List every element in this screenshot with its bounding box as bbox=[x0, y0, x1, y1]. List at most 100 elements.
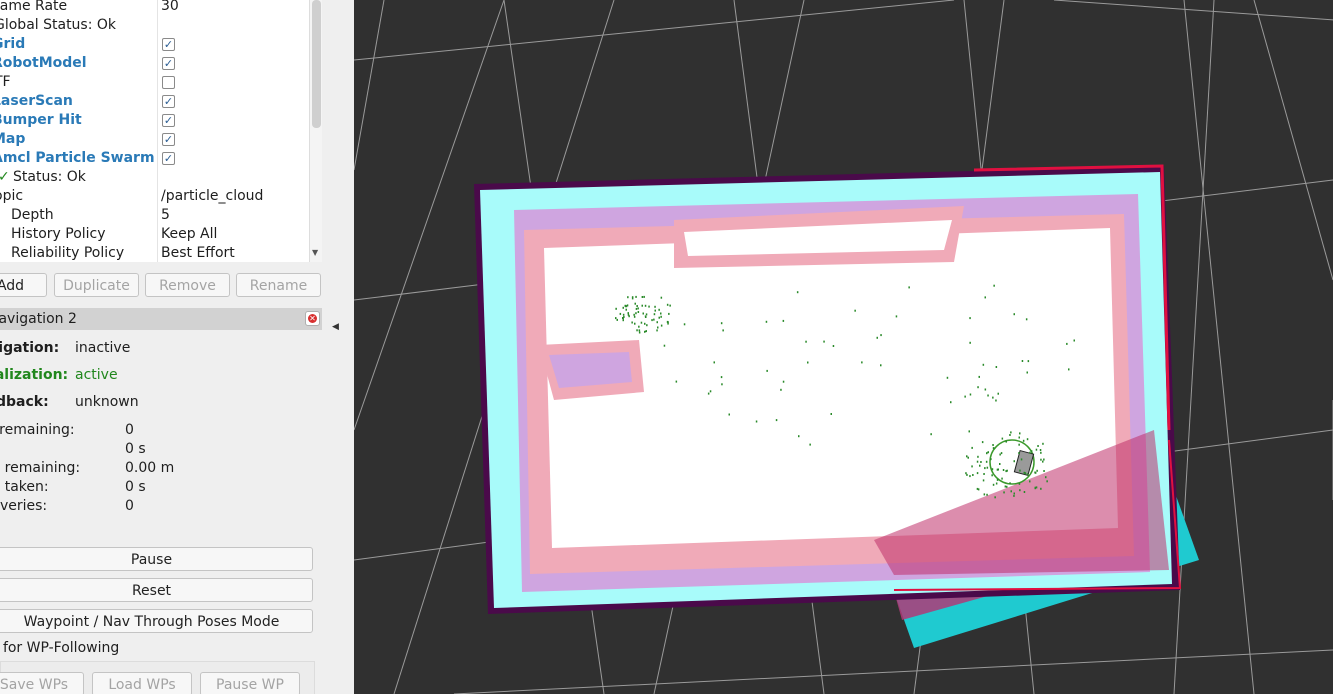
3d-viewport[interactable] bbox=[354, 0, 1333, 694]
display-row[interactable]: opic/particle_cloud bbox=[0, 187, 322, 206]
display-enable-checkbox[interactable]: ✓ bbox=[162, 114, 175, 127]
particle bbox=[638, 325, 640, 328]
display-enable-checkbox[interactable]: ✓ bbox=[162, 152, 175, 165]
scroll-down-arrow-icon[interactable]: ▼ bbox=[312, 248, 318, 257]
particle bbox=[1035, 448, 1038, 451]
particle bbox=[1040, 451, 1042, 454]
display-row[interactable]: Depth 5 bbox=[0, 206, 322, 225]
particle bbox=[646, 324, 648, 327]
display-enable-checkbox[interactable]: ✓ bbox=[162, 133, 175, 146]
close-button[interactable]: ✕ bbox=[305, 311, 320, 326]
particle bbox=[990, 458, 992, 461]
display-property-value[interactable]: /particle_cloud bbox=[161, 187, 263, 206]
display-name: Amcl Particle Swarm bbox=[0, 150, 155, 166]
collapse-arrow-icon[interactable]: ◀ bbox=[332, 322, 339, 332]
display-enable-checkbox[interactable]: ✓ bbox=[162, 57, 175, 70]
particle bbox=[1018, 452, 1020, 455]
particle bbox=[622, 319, 624, 322]
display-row[interactable]: rame Rate 30 bbox=[0, 0, 322, 16]
display-property-value[interactable]: 5 bbox=[161, 206, 170, 225]
particle bbox=[969, 317, 971, 320]
display-property-value[interactable]: Keep All bbox=[161, 225, 217, 244]
particle bbox=[720, 376, 723, 379]
particle bbox=[1025, 318, 1028, 321]
displays-scrollbar[interactable]: ▼ bbox=[309, 0, 322, 262]
particle bbox=[999, 453, 1001, 456]
particle bbox=[997, 392, 999, 395]
close-icon: ✕ bbox=[308, 314, 317, 323]
particle bbox=[782, 380, 785, 383]
particle bbox=[969, 393, 972, 396]
reset-button[interactable]: Reset bbox=[0, 578, 313, 602]
display-name: rame Rate bbox=[0, 0, 68, 14]
save-wps-button[interactable]: Save WPs bbox=[0, 672, 84, 694]
load-wps-button[interactable]: Load WPs bbox=[92, 672, 192, 694]
display-row[interactable]: Map ✓ bbox=[0, 130, 322, 149]
particle bbox=[987, 394, 989, 397]
particle bbox=[1034, 471, 1036, 474]
particle bbox=[656, 329, 658, 332]
display-row[interactable]: Grid ✓ bbox=[0, 35, 322, 54]
particle bbox=[967, 456, 969, 459]
rename-display-button[interactable]: Rename bbox=[236, 273, 321, 297]
particle bbox=[1013, 492, 1015, 495]
display-enable-checkbox[interactable]: ✓ bbox=[162, 38, 175, 51]
particle bbox=[644, 322, 646, 325]
pause-wp-button[interactable]: Pause WP bbox=[200, 672, 300, 694]
particle bbox=[1029, 480, 1031, 483]
nav-metric-label: Time taken: bbox=[0, 479, 49, 495]
particle bbox=[985, 460, 988, 463]
display-property-value[interactable]: 30 bbox=[161, 0, 179, 16]
particle bbox=[984, 296, 986, 299]
display-enable-checkbox[interactable]: ✓ bbox=[162, 95, 175, 108]
display-row[interactable]: ✓ Status: Ok bbox=[0, 168, 322, 187]
pause-button[interactable]: Pause bbox=[0, 547, 313, 571]
particle bbox=[644, 330, 646, 333]
display-row[interactable]: History Policy Keep All bbox=[0, 225, 322, 244]
nav-metric-value: 0 s bbox=[125, 441, 146, 457]
particle bbox=[880, 364, 882, 367]
particle bbox=[658, 316, 660, 319]
duplicate-display-button[interactable]: Duplicate bbox=[54, 273, 139, 297]
grid-line bbox=[354, 0, 955, 61]
particle bbox=[984, 467, 986, 470]
particle bbox=[1034, 486, 1037, 489]
particle bbox=[1010, 431, 1012, 434]
particle bbox=[615, 317, 617, 320]
particle bbox=[645, 313, 648, 316]
particle bbox=[656, 321, 658, 324]
particle bbox=[641, 304, 643, 307]
particle bbox=[1021, 360, 1024, 362]
particle bbox=[1019, 432, 1021, 435]
particle bbox=[992, 444, 994, 446]
scrollbar-thumb[interactable] bbox=[312, 0, 321, 128]
display-row[interactable]: Amcl Particle Swarm ✓ bbox=[0, 149, 322, 168]
particle bbox=[807, 361, 809, 364]
add-display-button[interactable]: Add bbox=[0, 273, 47, 297]
particle bbox=[651, 319, 653, 322]
display-row[interactable]: LaserScan ✓ bbox=[0, 92, 322, 111]
display-enable-checkbox[interactable] bbox=[162, 76, 175, 89]
display-property-value[interactable]: Best Effort bbox=[161, 244, 235, 262]
particle bbox=[895, 315, 898, 318]
particle bbox=[976, 460, 979, 463]
display-row[interactable]: Global Status: Ok bbox=[0, 16, 322, 35]
particle bbox=[644, 304, 647, 307]
nav-metric-label: Recoveries: bbox=[0, 498, 48, 514]
particle bbox=[641, 296, 644, 298]
particle bbox=[1029, 451, 1031, 454]
display-row[interactable]: RobotModel ✓ bbox=[0, 54, 322, 73]
particle bbox=[987, 451, 989, 454]
display-row[interactable]: Bumper Hit ✓ bbox=[0, 111, 322, 130]
nav-metric-value: 0 bbox=[125, 422, 134, 438]
particle bbox=[972, 474, 974, 476]
particle bbox=[633, 315, 636, 318]
particle bbox=[683, 323, 686, 326]
panel-splitter[interactable]: ◀ bbox=[328, 0, 354, 694]
particle bbox=[995, 366, 998, 368]
remove-display-button[interactable]: Remove bbox=[145, 273, 230, 297]
waypoint-mode-button[interactable]: Waypoint / Nav Through Poses Mode bbox=[0, 609, 313, 633]
display-row[interactable]: Reliability Policy Best Effort bbox=[0, 244, 322, 262]
display-row[interactable]: TF bbox=[0, 73, 322, 92]
particle bbox=[978, 375, 980, 378]
